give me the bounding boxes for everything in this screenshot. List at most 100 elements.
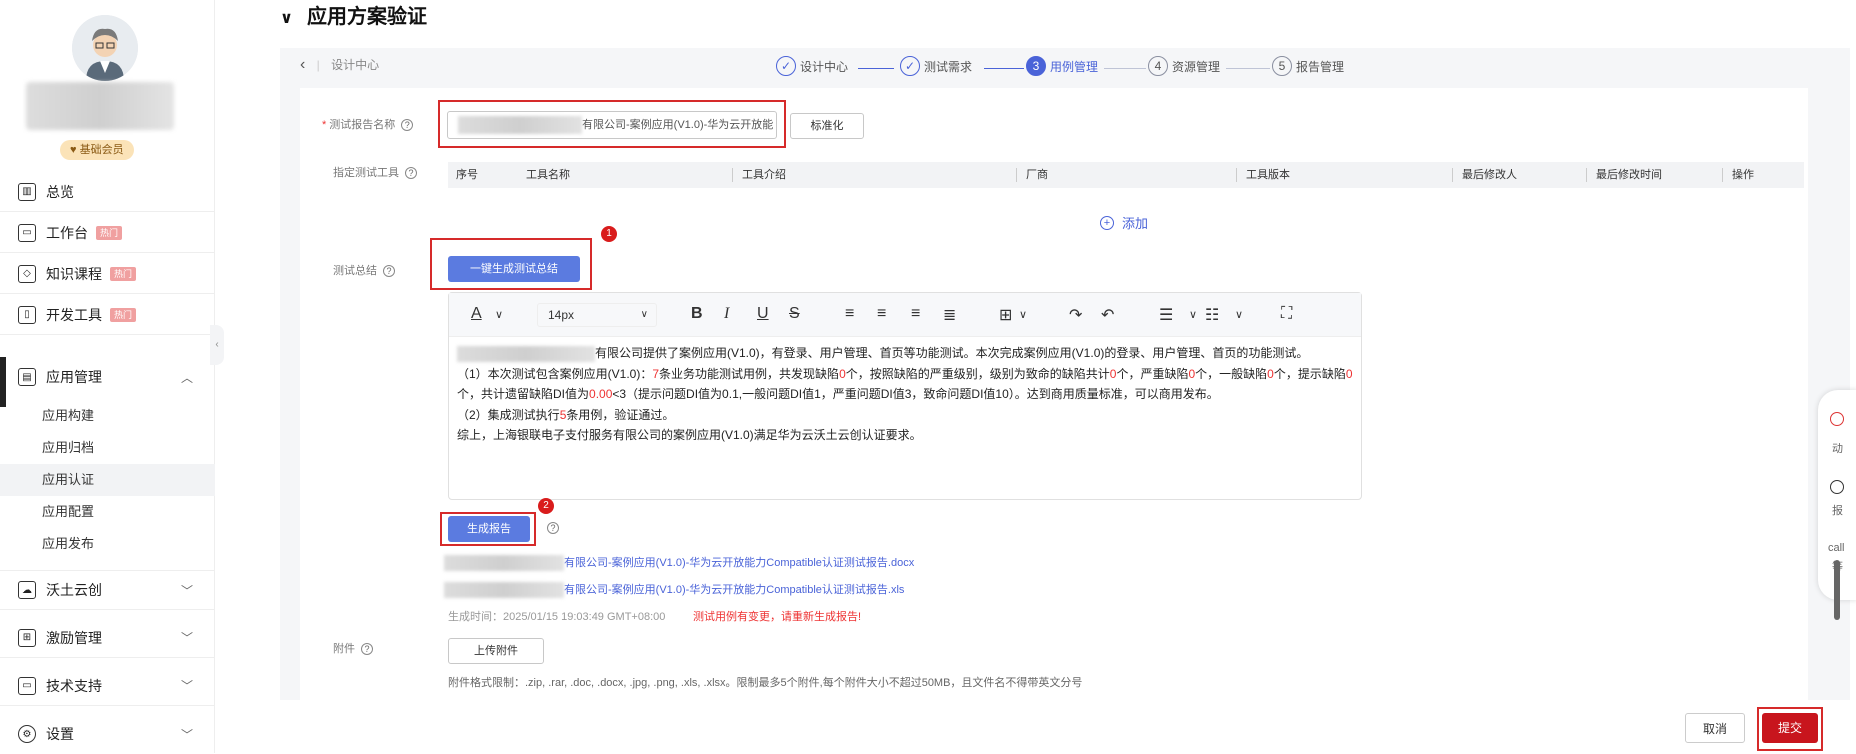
summary-paragraph: 综上，上海银联电子支付服务有限公司的案例应用(V1.0)满足华为云沃土云创认证要…: [457, 428, 922, 442]
align-center-icon[interactable]: ≡: [877, 305, 886, 323]
redo-icon[interactable]: ↷: [1069, 305, 1082, 325]
chevron-down-icon[interactable]: ∨: [495, 308, 503, 321]
summary-label: 测试总结?: [333, 262, 395, 278]
submit-button[interactable]: 提交: [1762, 713, 1818, 743]
scrollbar-thumb[interactable]: [1834, 560, 1840, 620]
bold-icon[interactable]: B: [691, 305, 703, 323]
help-icon[interactable]: ?: [405, 167, 417, 179]
sidebar-item-courses[interactable]: ◇ 知识课程 热门: [0, 254, 215, 294]
fullscreen-icon[interactable]: ⛶: [1281, 305, 1292, 323]
float-label: 动: [1832, 443, 1843, 455]
undo-icon[interactable]: ↶: [1101, 305, 1114, 325]
upload-attachment-button[interactable]: 上传附件: [448, 638, 544, 664]
gear-icon: ⚙: [18, 725, 36, 743]
justify-icon[interactable]: ≣: [943, 305, 956, 325]
table-header-cell: 最后修改人: [1462, 169, 1517, 181]
sidebar-item-incentive[interactable]: ⊞ 激励管理 ﹀: [0, 618, 215, 658]
italic-icon[interactable]: I: [724, 305, 729, 323]
step-design-center[interactable]: ✓ 设计中心: [776, 56, 848, 76]
sidebar-item-label: 开发工具: [46, 306, 102, 323]
step-connector: [1226, 68, 1270, 69]
avatar[interactable]: [72, 15, 138, 81]
generation-time: 生成时间：2025/01/15 19:03:49 GMT+08:00: [448, 611, 666, 623]
font-size-select[interactable]: 14px ∨: [537, 303, 657, 327]
report-name-input[interactable]: 有限公司-案例应用(V1.0)-华为云开放能: [447, 111, 777, 139]
cancel-button[interactable]: 取消: [1685, 713, 1745, 743]
sidebar-item-label: 技术支持: [46, 677, 102, 694]
sidebar-item-settings[interactable]: ⚙ 设置 ﹀: [0, 714, 215, 754]
step-number: 4: [1148, 56, 1168, 76]
step-case-management[interactable]: 3 用例管理: [1026, 56, 1098, 76]
help-icon[interactable]: ?: [547, 522, 559, 534]
sidebar-item-workbench[interactable]: ▭ 工作台 热门: [0, 213, 215, 253]
step-label: 资源管理: [1172, 59, 1221, 74]
rich-text-editor[interactable]: A ∨ 14px ∨ B I U S ≡ ≡ ≡ ≣ ⊞ ∨ ↷ ↶ ☰ ∨ ☷ …: [448, 292, 1362, 500]
attachment-label: 附件?: [333, 640, 373, 656]
chevron-down-icon[interactable]: ∨: [1019, 308, 1027, 321]
editor-content[interactable]: 有限公司提供了案例应用(V1.0)，有登录、用户管理、首页等功能测试。本次完成案…: [457, 343, 1357, 446]
sidebar-subitem-archive[interactable]: 应用归档: [0, 432, 215, 464]
font-color-icon[interactable]: A: [471, 305, 482, 323]
report-file-xls[interactable]: 有限公司-案例应用(V1.0)-华为云开放能力Compatible认证测试报告.…: [444, 581, 904, 599]
back-arrow-icon[interactable]: ‹: [300, 56, 305, 73]
step-label: 用例管理: [1050, 59, 1099, 74]
sidebar-item-overview[interactable]: ▥ 总览: [0, 172, 215, 212]
page-title: ∨ 应用方案验证: [280, 6, 427, 28]
table-header-cell: 厂商: [1026, 169, 1048, 181]
sidebar-subitem-publish[interactable]: 应用发布: [0, 528, 215, 560]
report-icon[interactable]: [1830, 480, 1844, 494]
help-icon[interactable]: ?: [383, 265, 395, 277]
table-icon[interactable]: ⊞: [999, 305, 1012, 325]
align-left-icon[interactable]: ≡: [845, 305, 854, 323]
sidebar-item-wotu[interactable]: ☁ 沃土云创 ﹀: [0, 570, 215, 610]
table-header-cell: 工具名称: [526, 169, 570, 181]
step-label: 设计中心: [800, 59, 849, 74]
sidebar-item-label: 应用管理: [46, 369, 102, 385]
column-separator: [1452, 168, 1453, 182]
back-nav[interactable]: ‹ | 设计中心: [300, 56, 379, 74]
step-number: 5: [1272, 56, 1292, 76]
standardize-button[interactable]: 标准化: [790, 113, 864, 139]
float-label: call: [1828, 542, 1845, 554]
chevron-down-icon[interactable]: ∨: [280, 10, 293, 27]
hot-badge: 热门: [96, 225, 123, 240]
help-icon[interactable]: ?: [361, 643, 373, 655]
sidebar-subitem-certification[interactable]: 应用认证: [0, 464, 215, 496]
generate-summary-button[interactable]: 一键生成测试总结: [448, 256, 580, 282]
support-icon: ▭: [18, 676, 36, 695]
step-connector: [858, 68, 894, 69]
step-resource-management[interactable]: 4 资源管理: [1148, 56, 1220, 76]
sidebar-item-support[interactable]: ▭ 技术支持 ﹀: [0, 666, 215, 706]
sidebar-item-label: 沃土云创: [46, 582, 102, 598]
bullet-list-icon[interactable]: ☰: [1159, 305, 1173, 325]
underline-icon[interactable]: U: [757, 305, 769, 323]
sidebar-item-devtools[interactable]: ▯ 开发工具 热门: [0, 295, 215, 335]
strikethrough-icon[interactable]: S: [789, 305, 800, 323]
sidebar-subitem-build[interactable]: 应用构建: [0, 400, 215, 432]
service-icon[interactable]: [1830, 412, 1844, 426]
summary-paragraph: （2）集成测试执行5条用例，验证通过。: [457, 407, 675, 422]
step-test-requirements[interactable]: ✓ 测试需求: [900, 56, 972, 76]
numbered-list-icon[interactable]: ☷: [1205, 305, 1219, 325]
summary-paragraph: 有限公司提供了案例应用(V1.0)，有登录、用户管理、首页等功能测试。本次完成案…: [457, 343, 1357, 364]
column-separator: [1236, 168, 1237, 182]
sidebar-collapse-toggle[interactable]: ‹: [210, 325, 224, 365]
sidebar-item-label: 设置: [46, 726, 74, 742]
step-report-management[interactable]: 5 报告管理: [1272, 56, 1344, 76]
chevron-down-icon[interactable]: ∨: [1189, 308, 1197, 321]
table-header-cell: 工具介绍: [742, 169, 786, 181]
add-tool-button[interactable]: + 添加: [1100, 213, 1148, 232]
user-name-redacted: [26, 82, 174, 130]
summary-paragraph: （1）本次测试包含案例应用(V1.0)：7条业务功能测试用例，共发现缺陷0个，按…: [457, 366, 1353, 402]
chevron-down-icon[interactable]: ∨: [1235, 308, 1243, 321]
chevron-down-icon: ﹀: [180, 679, 193, 693]
sidebar-item-app-management[interactable]: ▤ 应用管理 ︿: [0, 357, 215, 397]
help-icon[interactable]: ?: [401, 119, 414, 131]
sidebar-item-label: 知识课程: [46, 265, 102, 282]
cloud-icon: ☁: [18, 581, 36, 599]
step-connector: [1104, 68, 1146, 69]
report-file-docx[interactable]: 有限公司-案例应用(V1.0)-华为云开放能力Compatible认证测试报告.…: [444, 554, 914, 572]
generate-report-button[interactable]: 生成报告: [448, 516, 530, 542]
align-right-icon[interactable]: ≡: [911, 305, 920, 323]
sidebar-subitem-config[interactable]: 应用配置: [0, 496, 215, 528]
